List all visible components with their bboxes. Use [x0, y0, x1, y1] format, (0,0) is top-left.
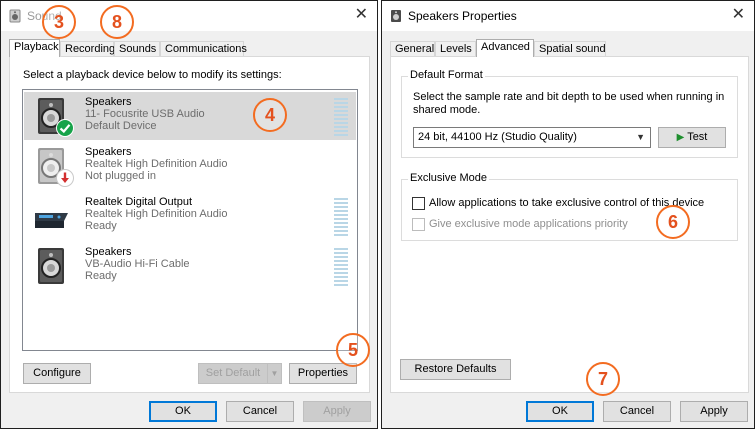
close-icon[interactable]: ✕ — [355, 6, 368, 24]
device-status: Ready — [85, 270, 117, 282]
chevron-down-icon: ▼ — [636, 132, 645, 142]
device-driver: VB-Audio Hi-Fi Cable — [85, 258, 190, 270]
level-meter — [334, 98, 348, 136]
set-default-button[interactable]: Set Default — [198, 363, 268, 384]
unplugged-arrow-icon — [56, 169, 74, 187]
default-format-label: Default Format — [408, 69, 485, 81]
sound-window: Sound ✕ Playback Recording Sounds Commun… — [0, 0, 378, 429]
annotation-badge-8: 8 — [100, 5, 134, 39]
speakers-window-title: Speakers Properties — [408, 9, 517, 23]
speaker-device-icon — [38, 248, 64, 284]
annotation-badge-6: 6 — [656, 205, 690, 239]
annotation-badge-7: 7 — [586, 362, 620, 396]
annotation-badge-3: 3 — [42, 5, 76, 39]
speakers-properties-window: Speakers Properties ✕ General Levels Adv… — [381, 0, 755, 429]
allow-exclusive-checkbox[interactable] — [412, 197, 425, 210]
speaker-app-icon — [9, 9, 21, 23]
speakers-titlebar: Speakers Properties ✕ — [382, 1, 754, 31]
default-format-description: Select the sample rate and bit depth to … — [413, 91, 725, 116]
tab-levels[interactable]: Levels — [435, 41, 476, 56]
playback-device-list[interactable]: Speakers 11- Focusrite USB Audio Default… — [22, 89, 358, 351]
tab-general[interactable]: General — [390, 41, 435, 56]
annotation-badge-5: 5 — [336, 333, 370, 367]
device-name: Speakers — [85, 246, 132, 258]
exclusive-mode-group: Exclusive Mode Allow applications to tak… — [401, 172, 738, 241]
device-item-realtek-digital[interactable]: Realtek Digital Output Realtek High Defi… — [24, 192, 356, 240]
test-button[interactable]: ▶ Test — [658, 127, 726, 148]
restore-defaults-button[interactable]: Restore Defaults — [400, 359, 511, 380]
exclusive-priority-checkbox[interactable] — [412, 218, 425, 231]
apply-button[interactable]: Apply — [303, 401, 371, 422]
device-driver: Realtek High Definition Audio — [85, 208, 228, 220]
chevron-down-icon: ▼ — [270, 369, 279, 378]
tab-playback[interactable]: Playback — [9, 39, 60, 57]
device-name: Realtek Digital Output — [85, 196, 192, 208]
device-status: Ready — [85, 220, 117, 232]
level-meter — [334, 198, 348, 236]
annotation-badge-4: 4 — [253, 98, 287, 132]
device-status: Default Device — [85, 120, 157, 132]
default-format-group: Default Format Select the sample rate an… — [401, 69, 738, 158]
device-item-vb-audio[interactable]: Speakers VB-Audio Hi-Fi Cable Ready — [24, 242, 356, 290]
device-item-focusrite[interactable]: Speakers 11- Focusrite USB Audio Default… — [24, 92, 356, 140]
speaker-app-icon — [391, 10, 401, 22]
configure-button[interactable]: Configure — [23, 363, 91, 384]
tab-spatial-sound[interactable]: Spatial sound — [534, 41, 606, 56]
format-selected-value: 24 bit, 44100 Hz (Studio Quality) — [418, 131, 577, 143]
exclusive-priority-label: Give exclusive mode applications priorit… — [429, 218, 628, 230]
device-name: Speakers — [85, 96, 132, 108]
apply-button[interactable]: Apply — [680, 401, 748, 422]
play-icon: ▶ — [676, 132, 685, 143]
level-meter — [334, 248, 348, 286]
tab-recording[interactable]: Recording — [60, 41, 115, 56]
playback-instruction: Select a playback device below to modify… — [23, 69, 282, 81]
tab-sounds[interactable]: Sounds — [114, 41, 160, 56]
format-select[interactable]: 24 bit, 44100 Hz (Studio Quality) ▼ — [413, 127, 651, 148]
default-check-icon — [56, 119, 74, 137]
device-item-realtek-speakers[interactable]: Speakers Realtek High Definition Audio N… — [24, 142, 356, 190]
exclusive-mode-label: Exclusive Mode — [408, 172, 490, 184]
cancel-button[interactable]: Cancel — [226, 401, 294, 422]
device-name: Speakers — [85, 146, 132, 158]
advanced-panel: Default Format Select the sample rate an… — [390, 56, 749, 393]
cancel-button[interactable]: Cancel — [603, 401, 671, 422]
ok-button[interactable]: OK — [149, 401, 217, 422]
test-button-label: Test — [687, 131, 708, 143]
digital-output-icon — [35, 213, 68, 228]
tab-advanced[interactable]: Advanced — [476, 39, 534, 57]
device-driver: 11- Focusrite USB Audio — [85, 108, 205, 120]
device-driver: Realtek High Definition Audio — [85, 158, 228, 170]
tab-communications[interactable]: Communications — [160, 41, 247, 56]
close-icon[interactable]: ✕ — [732, 6, 745, 24]
ok-button[interactable]: OK — [526, 401, 594, 422]
device-status: Not plugged in — [85, 170, 156, 182]
set-default-dropdown[interactable]: ▼ — [267, 363, 282, 384]
